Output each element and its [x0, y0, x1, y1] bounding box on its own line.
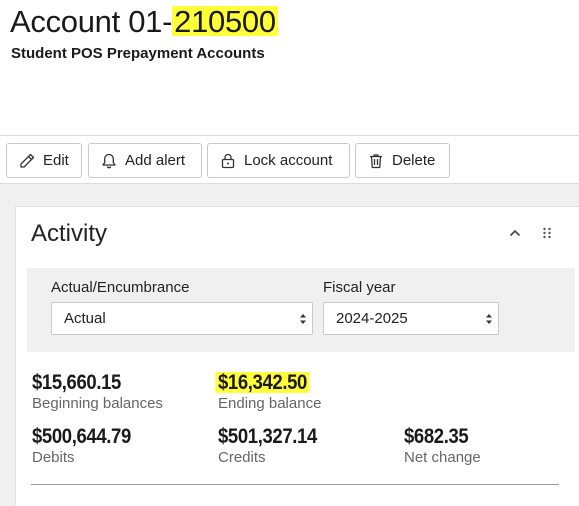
debits-label: Debits [32, 449, 75, 466]
delete-button-label: Delete [392, 152, 436, 169]
action-toolbar: Edit Add alert Lock account Delete [0, 135, 579, 184]
actual-encumbrance-label: Actual/Encumbrance [51, 279, 190, 296]
activity-filters: Actual/Encumbrance Actual Fiscal year 20… [27, 268, 575, 352]
credits-value: $501,327.14 [218, 425, 317, 448]
stat-beginning-balances: $15,660.15 Beginning balances [32, 371, 163, 412]
stat-ending-balance: $16,342.50 Ending balance [215, 371, 322, 412]
select-arrows-icon [300, 314, 306, 324]
page-header: Account 01-210500 Student POS Prepayment… [0, 0, 579, 136]
credits-label: Credits [218, 449, 266, 466]
stat-credits: $501,327.14 Credits [218, 425, 330, 466]
fiscal-year-value: 2024-2025 [336, 310, 408, 327]
select-arrows-icon [486, 314, 492, 324]
beginning-balances-value: $15,660.15 [32, 371, 121, 394]
debits-value: $500,644.79 [32, 425, 131, 448]
add-alert-button-label: Add alert [125, 152, 186, 169]
lock-account-button-label: Lock account [244, 152, 333, 169]
account-description: Student POS Prepayment Accounts [11, 45, 265, 62]
trash-icon [370, 153, 382, 168]
bell-icon [102, 153, 116, 168]
pencil-icon [20, 153, 35, 168]
activity-card: Activity Actual/Encumbrance Actual Fisca… [15, 206, 579, 506]
chevron-up-icon[interactable] [507, 225, 523, 241]
stat-debits: $500,644.79 Debits [32, 425, 144, 466]
net-change-label: Net change [404, 449, 481, 466]
account-number-prefix: Account 01- [10, 4, 173, 39]
page-title: Account 01-210500 [10, 4, 278, 40]
edit-button[interactable]: Edit [6, 143, 82, 178]
net-change-value: $682.35 [404, 425, 469, 448]
account-number-highlighted: 210500 [172, 4, 278, 39]
beginning-balances-label: Beginning balances [32, 395, 163, 412]
drag-handle-icon[interactable] [541, 225, 553, 241]
actual-encumbrance-value: Actual [64, 310, 106, 327]
add-alert-button[interactable]: Add alert [88, 143, 202, 178]
fiscal-year-select[interactable]: 2024-2025 [323, 302, 499, 335]
lock-icon [221, 153, 235, 168]
delete-button[interactable]: Delete [355, 143, 450, 178]
actual-encumbrance-select[interactable]: Actual [51, 302, 313, 335]
ending-balance-value: $16,342.50 [215, 371, 310, 394]
ending-balance-label: Ending balance [218, 395, 322, 412]
lock-account-button[interactable]: Lock account [207, 143, 350, 178]
edit-button-label: Edit [43, 152, 69, 169]
section-divider [31, 484, 559, 485]
stat-net-change: $682.35 Net change [404, 425, 481, 466]
fiscal-year-label: Fiscal year [323, 279, 396, 296]
activity-title: Activity [31, 220, 108, 247]
